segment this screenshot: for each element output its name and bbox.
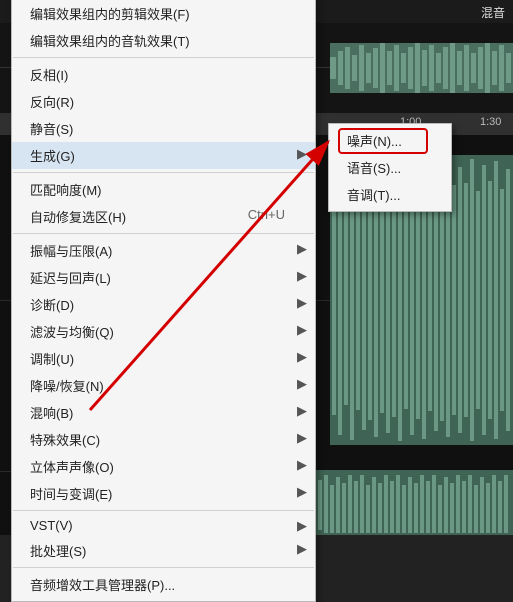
menu-label: 特殊效果(C)	[30, 433, 100, 448]
chevron-right-icon: ▶	[297, 349, 307, 365]
chevron-right-icon: ▶	[297, 430, 307, 446]
menu-label: VST(V)	[30, 518, 73, 533]
chevron-right-icon: ▶	[297, 322, 307, 338]
menu-label: 反向(R)	[30, 95, 74, 110]
menu-filter-eq[interactable]: 滤波与均衡(Q) ▶	[12, 318, 315, 345]
menu-generate[interactable]: 生成(G) ▶	[12, 142, 315, 169]
menu-label: 语音(S)...	[347, 161, 401, 176]
menu-auto-heal[interactable]: 自动修复选区(H) Ctrl+U	[12, 203, 315, 230]
menu-label: 音频增效工具管理器(P)...	[30, 578, 175, 593]
chevron-right-icon: ▶	[297, 484, 307, 500]
menu-label: 编辑效果组内的音轨效果(T)	[30, 34, 190, 49]
menu-plugin-manager[interactable]: 音频增效工具管理器(P)...	[12, 571, 315, 598]
menu-label: 振幅与压限(A)	[30, 244, 112, 259]
menu-label: 自动修复选区(H)	[30, 210, 126, 225]
menu-diagnostics[interactable]: 诊断(D) ▶	[12, 291, 315, 318]
chevron-right-icon: ▶	[297, 268, 307, 284]
menu-reverb[interactable]: 混响(B) ▶	[12, 399, 315, 426]
menu-amplitude[interactable]: 振幅与压限(A) ▶	[12, 237, 315, 264]
menu-label: 混响(B)	[30, 406, 73, 421]
menu-separator	[13, 172, 314, 173]
menu-silence[interactable]: 静音(S)	[12, 115, 315, 142]
menu-label: 批处理(S)	[30, 544, 86, 559]
chevron-right-icon: ▶	[297, 241, 307, 257]
menu-separator	[13, 57, 314, 58]
menu-modulation[interactable]: 调制(U) ▶	[12, 345, 315, 372]
menu-label: 音调(T)...	[347, 188, 400, 203]
menu-label: 生成(G)	[30, 149, 75, 164]
menu-label: 编辑效果组内的剪辑效果(F)	[30, 7, 190, 22]
menu-label: 反相(I)	[30, 68, 68, 83]
chevron-right-icon: ▶	[297, 541, 307, 557]
menu-match-loudness[interactable]: 匹配响度(M)	[12, 176, 315, 203]
menu-label: 降噪/恢复(N)	[30, 379, 104, 394]
chevron-right-icon: ▶	[297, 457, 307, 473]
menu-edit-clip-fx[interactable]: 编辑效果组内的剪辑效果(F)	[12, 0, 315, 27]
menu-vst[interactable]: VST(V) ▶	[12, 514, 315, 537]
menu-label: 诊断(D)	[30, 298, 74, 313]
menu-reverse[interactable]: 反向(R)	[12, 88, 315, 115]
menu-separator	[13, 233, 314, 234]
menu-label: 噪声(N)...	[347, 134, 402, 149]
menu-label: 调制(U)	[30, 352, 74, 367]
menu-edit-track-fx[interactable]: 编辑效果组内的音轨效果(T)	[12, 27, 315, 54]
menu-invert[interactable]: 反相(I)	[12, 61, 315, 88]
effects-menu: 编辑效果组内的剪辑效果(F) 编辑效果组内的音轨效果(T) 反相(I) 反向(R…	[11, 0, 316, 602]
submenu-speech[interactable]: 语音(S)...	[329, 154, 451, 181]
chevron-right-icon: ▶	[297, 146, 307, 162]
menu-label: 立体声声像(O)	[30, 460, 114, 475]
menu-special[interactable]: 特殊效果(C) ▶	[12, 426, 315, 453]
menu-stereo[interactable]: 立体声声像(O) ▶	[12, 453, 315, 480]
chevron-right-icon: ▶	[297, 376, 307, 392]
chevron-right-icon: ▶	[297, 518, 307, 534]
menu-label: 滤波与均衡(Q)	[30, 325, 114, 340]
menu-time-pitch[interactable]: 时间与变调(E) ▶	[12, 480, 315, 507]
menu-label: 延迟与回声(L)	[30, 271, 111, 286]
chevron-right-icon: ▶	[297, 403, 307, 419]
ruler-tick: 1:30	[480, 116, 501, 128]
menu-label: 时间与变调(E)	[30, 487, 112, 502]
menu-batch[interactable]: 批处理(S) ▶	[12, 537, 315, 564]
menu-delay[interactable]: 延迟与回声(L) ▶	[12, 264, 315, 291]
submenu-noise[interactable]: 噪声(N)...	[329, 127, 451, 154]
chevron-right-icon: ▶	[297, 295, 307, 311]
menu-noise-reduction[interactable]: 降噪/恢复(N) ▶	[12, 372, 315, 399]
mixer-tab[interactable]: 混音	[473, 0, 513, 21]
menu-separator	[13, 567, 314, 568]
menu-label: 匹配响度(M)	[30, 183, 102, 198]
submenu-tones[interactable]: 音调(T)...	[329, 181, 451, 208]
menu-label: 静音(S)	[30, 122, 73, 137]
menu-separator	[13, 510, 314, 511]
shortcut-label: Ctrl+U	[248, 207, 285, 222]
generate-submenu: 噪声(N)... 语音(S)... 音调(T)...	[328, 123, 452, 212]
